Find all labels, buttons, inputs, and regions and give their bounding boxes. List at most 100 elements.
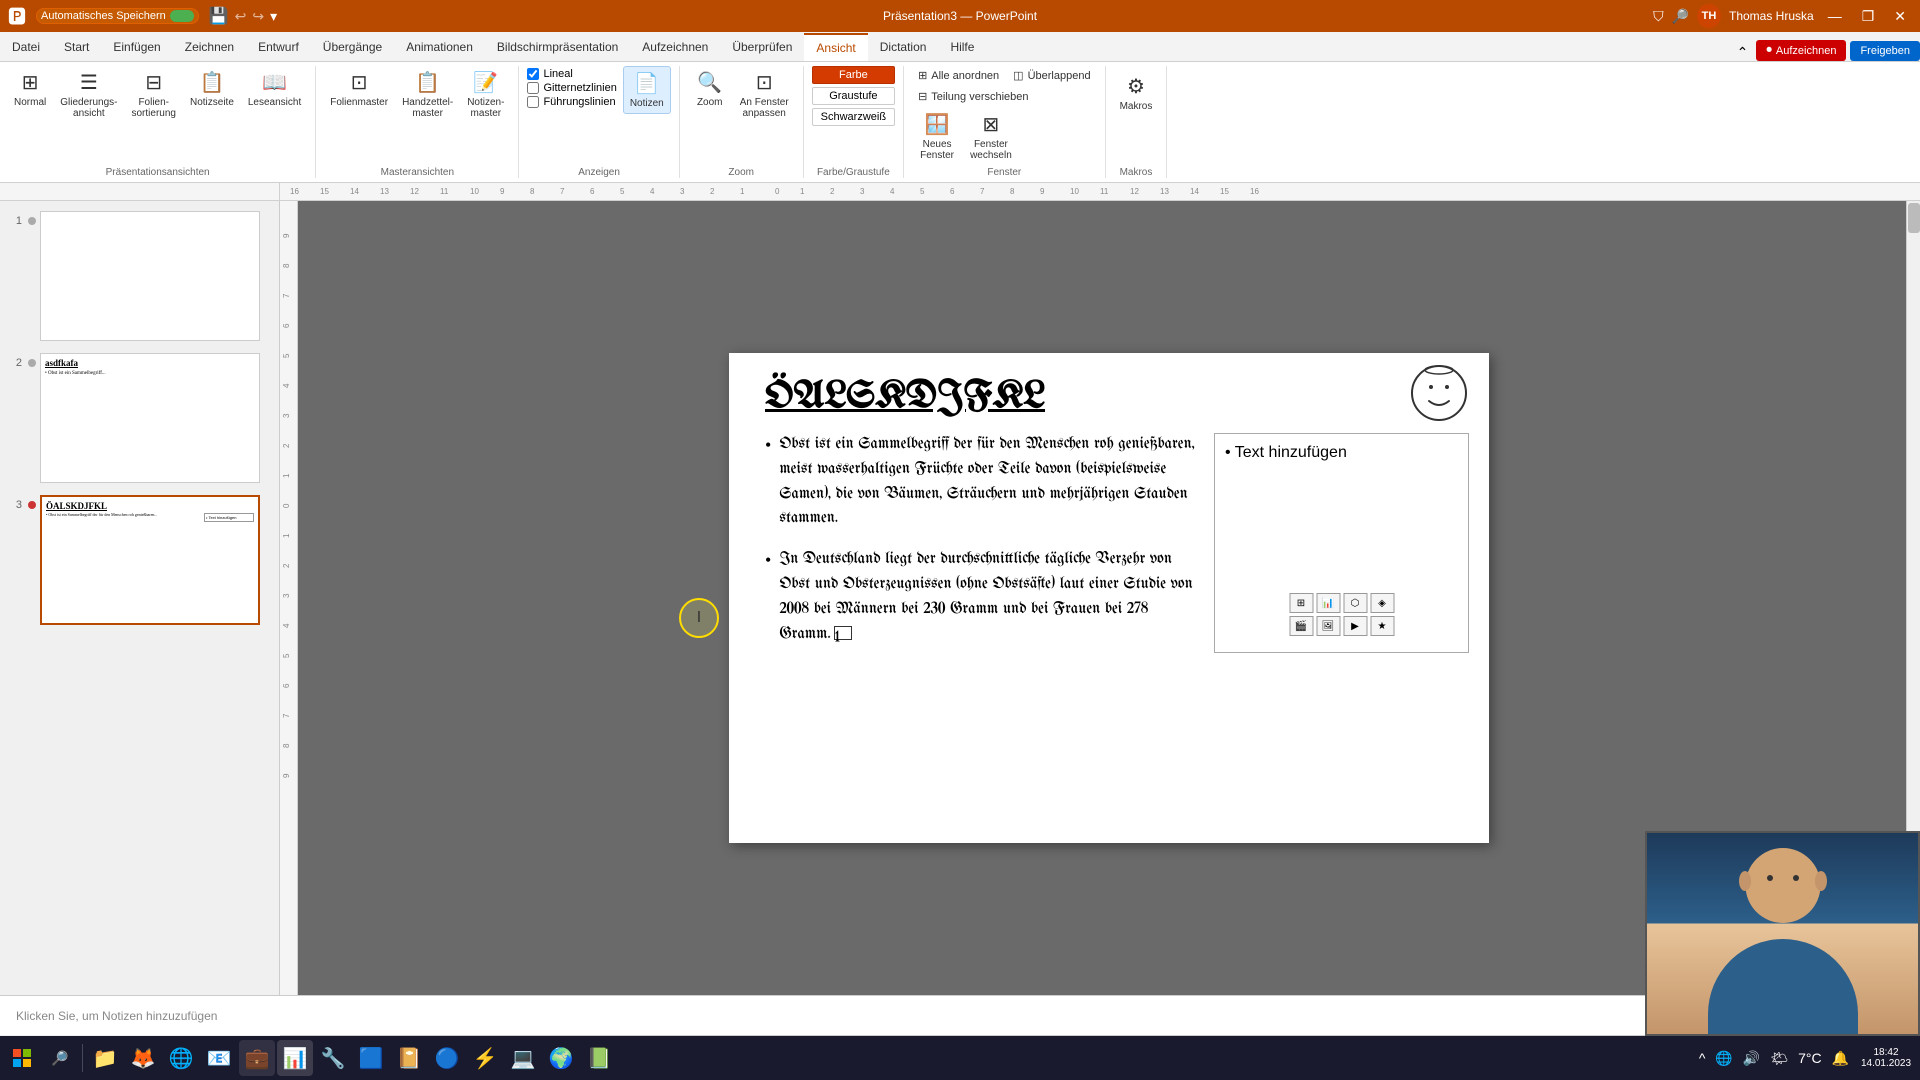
slide-preview-1[interactable] — [40, 211, 260, 341]
insert-image-icon[interactable]: 🖼 — [1316, 616, 1340, 636]
tab-zeichnen[interactable]: Zeichnen — [173, 33, 246, 61]
notes-placeholder[interactable]: Klicken Sie, um Notizen hinzuzufügen — [16, 1009, 217, 1023]
taskbar-app11[interactable]: ⚡ — [467, 1040, 503, 1076]
insert-smartart-icon[interactable]: ⬡ — [1343, 593, 1367, 613]
tab-uebergaenge[interactable]: Übergänge — [311, 33, 394, 61]
gitternetz-checkbox[interactable] — [527, 82, 539, 94]
taskbar-firefox[interactable]: 🦊 — [125, 1040, 161, 1076]
start-button[interactable] — [4, 1040, 40, 1076]
an-fenster-button[interactable]: ⊡ An Fenster anpassen — [734, 66, 795, 123]
tray-network-icon[interactable]: 🌐 — [1712, 1048, 1735, 1069]
an-fenster-label: An Fenster — [740, 97, 789, 108]
lineal-checkbox-label[interactable]: Lineal — [527, 68, 616, 80]
slide-title[interactable]: ÖALSKDJFKL — [765, 377, 1045, 417]
tray-volume-icon[interactable]: 🔊 — [1740, 1048, 1763, 1069]
notizen-button[interactable]: 📄 Notizen — [623, 66, 671, 114]
tab-dictation[interactable]: Dictation — [868, 33, 939, 61]
taskbar-chrome[interactable]: 🌐 — [163, 1040, 199, 1076]
normal-button[interactable]: ⊞ Normal — [8, 66, 52, 112]
teilung-button[interactable]: ⊟ Teilung verschieben — [912, 87, 1034, 106]
folienmaster-button[interactable]: ⊡ Folienmaster — [324, 66, 394, 112]
taskbar-app7[interactable]: 🔧 — [315, 1040, 351, 1076]
tab-ansicht[interactable]: Ansicht — [804, 33, 867, 61]
fuehrung-checkbox-label[interactable]: Führungslinien — [527, 96, 616, 108]
foliensortierung-button[interactable]: ⊟ Folien- sortierung — [126, 66, 182, 123]
tray-clock[interactable]: 18:42 14.01.2023 — [1856, 1047, 1916, 1069]
taskbar-app12[interactable]: 💻 — [505, 1040, 541, 1076]
tab-aufzeichnen[interactable]: Aufzeichnen — [630, 33, 720, 61]
aufzeichnen-button[interactable]: ⏺ Aufzeichnen — [1756, 40, 1846, 61]
tab-start[interactable]: Start — [52, 33, 101, 61]
insert-chart-icon[interactable]: 📊 — [1316, 593, 1340, 613]
autosave-switch[interactable] — [170, 10, 194, 22]
restore-button[interactable]: ❐ — [1856, 8, 1881, 25]
alle-anordnen-button[interactable]: ⊞ Alle anordnen — [912, 66, 1005, 85]
minimize-button[interactable]: — — [1822, 8, 1848, 24]
leseansicht-button[interactable]: 📖 Leseansicht — [242, 66, 307, 112]
slide-preview-2[interactable]: asdfkafa • Obst ist ein Sammelbegriff... — [40, 353, 260, 483]
slide-thumb-3[interactable]: 3 ÖALSKDJFKL • Obst ist ein Sammelbegrif… — [4, 493, 275, 627]
scrollbar-thumb-v[interactable] — [1908, 203, 1920, 233]
tab-ueberpruefen[interactable]: Überprüfen — [720, 33, 804, 61]
slide-main-text: • Obst ist ein Sammelbegriff der für den… — [765, 433, 1202, 653]
farbe-button[interactable]: Farbe — [812, 66, 895, 84]
slide-thumb-2[interactable]: 2 asdfkafa • Obst ist ein Sammelbegriff.… — [4, 351, 275, 485]
undo-icon[interactable]: ↩ — [235, 8, 247, 25]
insert-video-icon[interactable]: ▶ — [1343, 616, 1367, 636]
taskbar-app13[interactable]: 🌍 — [543, 1040, 579, 1076]
autosave-toggle[interactable]: Automatisches Speichern — [36, 8, 199, 24]
gliederungsansicht-button[interactable]: ☰ Gliederungs- ansicht — [54, 66, 123, 123]
sidebar-placeholder[interactable]: • Text hinzufügen — [1225, 444, 1347, 461]
tab-entwurf[interactable]: Entwurf — [246, 33, 311, 61]
handzettelmaster-button[interactable]: 📋 Handzettel- master — [396, 66, 459, 123]
taskbar-search-button[interactable]: 🔎 — [42, 1040, 78, 1076]
schwarzweiss-button[interactable]: Schwarzweiß — [812, 108, 895, 126]
notizseite-button[interactable]: 📋 Notizseite — [184, 66, 240, 112]
bullet-1-text[interactable]: Obst ist ein Sammelbegriff der für den M… — [779, 433, 1202, 532]
tab-hilfe[interactable]: Hilfe — [938, 33, 986, 61]
tab-animationen[interactable]: Animationen — [394, 33, 485, 61]
insert-3d-icon[interactable]: ◈ — [1370, 593, 1394, 613]
tab-bildschirm[interactable]: Bildschirmpräsentation — [485, 33, 630, 61]
insert-icon-icon[interactable]: ★ — [1370, 616, 1394, 636]
graustufe-button[interactable]: Graustufe — [812, 87, 895, 105]
slide-preview-3[interactable]: ÖALSKDJFKL • Obst ist ein Sammelbegriff … — [40, 495, 260, 625]
zoom-button[interactable]: 🔍 Zoom — [688, 66, 732, 112]
freigeben-button[interactable]: Freigeben — [1850, 41, 1920, 61]
slide-canvas[interactable]: ÖALSKDJFKL • Obst ist ein Sammelbegriff … — [729, 353, 1489, 843]
tab-einfuegen[interactable]: Einfügen — [101, 33, 172, 61]
close-button[interactable]: ✕ — [1888, 8, 1912, 25]
slide-thumb-1[interactable]: 1 — [4, 209, 275, 343]
notes-area[interactable]: Klicken Sie, um Notizen hinzuzufügen — [0, 995, 1920, 1035]
save-icon[interactable]: 💾 — [209, 6, 229, 26]
ueberlappend-button[interactable]: ◫ Überlappend — [1007, 66, 1096, 85]
slide-sidebar[interactable]: • Text hinzufügen ⊞ 📊 ⬡ ◈ 🎬 🖼 ▶ ★ — [1214, 433, 1469, 653]
tab-datei[interactable]: Datei — [0, 33, 52, 61]
tray-chevron-icon[interactable]: ^ — [1696, 1048, 1709, 1068]
user-avatar[interactable]: TH — [1697, 4, 1721, 28]
fuehrung-checkbox[interactable] — [527, 96, 539, 108]
insert-media-icon[interactable]: 🎬 — [1289, 616, 1313, 636]
bullet-2-text[interactable]: In Deutschland liegt der durchschnittlic… — [779, 548, 1202, 647]
redo-icon[interactable]: ↪ — [252, 8, 264, 25]
taskbar-app10[interactable]: 🔵 — [429, 1040, 465, 1076]
taskbar-explorer[interactable]: 📁 — [87, 1040, 123, 1076]
taskbar-onenote[interactable]: 📔 — [391, 1040, 427, 1076]
tray-notification-icon[interactable]: 🔔 — [1829, 1048, 1852, 1069]
svg-text:2: 2 — [282, 563, 291, 568]
more-icon[interactable]: ▾ — [270, 8, 277, 25]
lineal-checkbox[interactable] — [527, 68, 539, 80]
gitternetz-checkbox-label[interactable]: Gitternetzlinien — [527, 82, 616, 94]
taskbar-app8[interactable]: 🟦 — [353, 1040, 389, 1076]
search-icon[interactable]: 🔎 — [1672, 8, 1689, 25]
taskbar-outlook[interactable]: 📧 — [201, 1040, 237, 1076]
notizenmaster-button[interactable]: 📝 Notizen- master — [461, 66, 510, 123]
neues-fenster-button[interactable]: 🪟 Neues Fenster — [912, 108, 962, 165]
makros-button[interactable]: ⚙ Makros — [1114, 70, 1159, 116]
insert-table-icon[interactable]: ⊞ — [1289, 593, 1313, 613]
taskbar-excel[interactable]: 📗 — [581, 1040, 617, 1076]
ribbon-collapse-icon[interactable]: ⌃ — [1729, 44, 1757, 61]
taskbar-powerpoint[interactable]: 📊 — [277, 1040, 313, 1076]
taskbar-teams[interactable]: 💼 — [239, 1040, 275, 1076]
fenster-wechseln-button[interactable]: ⊠ Fenster wechseln — [964, 108, 1018, 165]
